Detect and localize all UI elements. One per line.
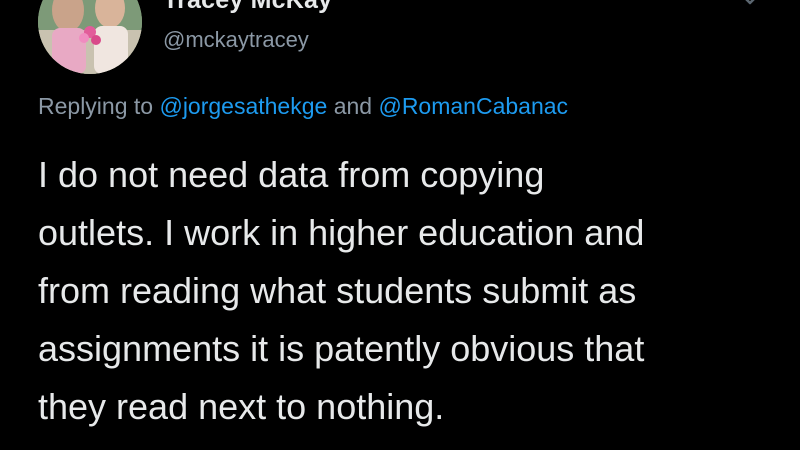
avatar[interactable] <box>38 0 142 74</box>
mention-link-jorgesathekge[interactable]: @jorgesathekge <box>159 93 327 119</box>
tweet-text-line: they read next to nothing. <box>38 386 445 427</box>
tweet-text-line: I do not need data from copying <box>38 154 545 195</box>
replying-to-conjunction: and <box>333 93 373 119</box>
tweet-text-line: assignments it is patently obvious that <box>38 328 645 369</box>
mention-link-romancabanac[interactable]: @RomanCabanac <box>378 93 568 119</box>
author-handle[interactable]: @mckaytracey <box>163 27 309 53</box>
replying-to-label: Replying to <box>38 93 154 119</box>
author-display-name[interactable]: Tracey McKay <box>163 0 332 15</box>
replying-to-line: Replying to @jorgesathekge and @RomanCab… <box>38 93 568 120</box>
profile-photo-icon <box>38 0 142 74</box>
tweet-text: I do not need data from copying outlets.… <box>38 146 788 436</box>
chevron-down-icon[interactable] <box>735 0 765 12</box>
tweet-text-line: outlets. I work in higher education and <box>38 212 645 253</box>
tweet-text-line: from reading what students submit as <box>38 270 637 311</box>
